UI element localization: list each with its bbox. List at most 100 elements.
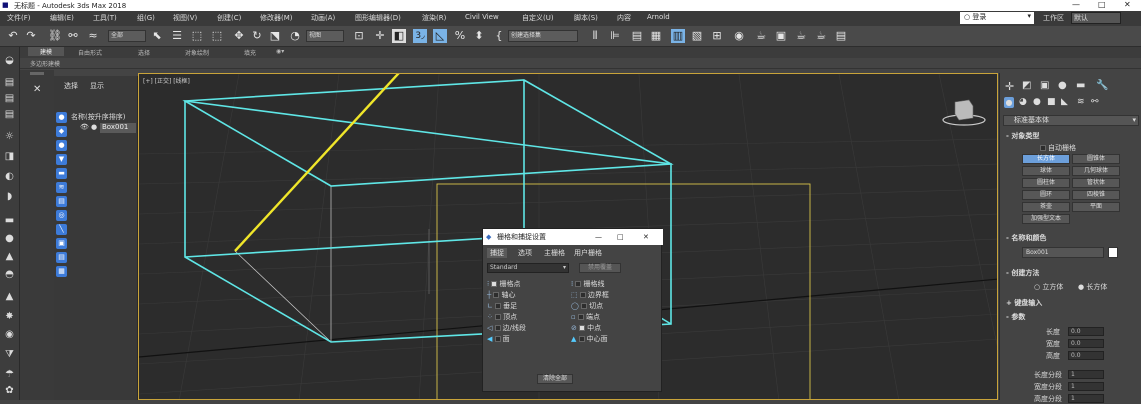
column-header-name[interactable]: 名称(按升序排序): [71, 112, 125, 122]
filter-group-icon[interactable]: ▤: [56, 196, 67, 207]
lights-icon[interactable]: ●: [1033, 97, 1041, 107]
filter-hidden-icon[interactable]: ▦: [56, 266, 67, 277]
toggle-ribbon-icon[interactable]: ▦: [649, 29, 663, 43]
endpoint-checkbox[interactable]: [577, 314, 584, 320]
shape-filter-icon[interactable]: ●: [3, 233, 16, 245]
window-crossing-icon[interactable]: ⬚: [210, 29, 224, 43]
face-checkbox[interactable]: [494, 336, 501, 342]
snap-pivot[interactable]: ┼ 轴心: [487, 290, 515, 300]
menu-file[interactable]: 文件(F): [7, 13, 31, 23]
menu-rendering[interactable]: 渲染(R): [422, 13, 446, 23]
move-icon[interactable]: ✥: [232, 29, 246, 43]
height-segs-spinner[interactable]: 1: [1068, 394, 1104, 403]
dialog-close-icon[interactable]: ✕: [643, 229, 649, 245]
snap-edge[interactable]: ◁ 边/线段: [487, 323, 526, 333]
menu-content[interactable]: 内容: [617, 13, 631, 23]
tab-options[interactable]: 选项: [515, 248, 535, 258]
filter-container-icon[interactable]: ▣: [56, 238, 67, 249]
named-selection-dropdown[interactable]: 创建选择集: [508, 30, 578, 42]
drag-handle[interactable]: [30, 72, 44, 75]
pyramid-button[interactable]: 四棱锥: [1072, 190, 1120, 200]
plane-button[interactable]: 平面: [1072, 202, 1120, 212]
snaps-toggle-icon[interactable]: 3◞: [413, 29, 427, 43]
torus-button[interactable]: 圆环: [1022, 190, 1070, 200]
length-segs-spinner[interactable]: 1: [1068, 370, 1104, 379]
ribbon-tab-populate[interactable]: 填充: [244, 48, 256, 57]
edit-named-selection-icon[interactable]: {: [492, 29, 506, 43]
curve-editor-icon[interactable]: ▧: [690, 29, 704, 43]
cone-button[interactable]: 圆锥体: [1072, 154, 1120, 164]
render-production-icon[interactable]: ☕: [794, 29, 808, 43]
utilities-tab-icon[interactable]: 🔧: [1096, 80, 1108, 91]
minimize-icon[interactable]: —: [1072, 0, 1080, 9]
select-by-name-icon[interactable]: ☰: [170, 29, 184, 43]
ribbon-tab-freeform[interactable]: 自由形式: [78, 48, 102, 57]
layer-explorer-icon[interactable]: ▤: [630, 29, 644, 43]
filter-spacewarp-icon[interactable]: ≋: [56, 182, 67, 193]
display-tab-icon[interactable]: ▬: [1076, 80, 1085, 91]
modify-tab-icon[interactable]: ◩: [1022, 80, 1031, 91]
particle-filter-icon[interactable]: ◓: [3, 269, 16, 281]
snap-grid-lines[interactable]: ⁞ 栅格线: [571, 279, 604, 289]
keyboard-entry-rollout[interactable]: + 键盘输入: [1006, 298, 1042, 308]
scene-explorer-toggle-icon[interactable]: ◒: [3, 55, 16, 67]
create-tab-icon[interactable]: ✛: [1005, 80, 1014, 93]
tab-snaps[interactable]: 捕捉: [487, 248, 507, 258]
funnel-icon[interactable]: ⧩: [3, 349, 16, 361]
filter-helper-icon[interactable]: ▬: [56, 168, 67, 179]
length-spinner[interactable]: 0.0: [1068, 327, 1104, 336]
menu-view[interactable]: 视图(V): [173, 13, 197, 23]
filter-frozen-icon[interactable]: ▤: [56, 252, 67, 263]
light-filter-icon[interactable]: ☼: [3, 131, 16, 143]
radio-box[interactable]: ● 长方体: [1078, 282, 1107, 292]
keyboard-shortcut-override-icon[interactable]: ◧: [392, 29, 406, 43]
helper-filter-icon[interactable]: ◐: [3, 171, 16, 183]
angle-snap-icon[interactable]: ◺: [433, 29, 447, 43]
group-filter-icon[interactable]: ▲: [3, 291, 16, 303]
reference-coordinate-dropdown[interactable]: 视图: [306, 30, 344, 42]
hierarchy-panel-icon[interactable]: ▤: [3, 109, 16, 121]
object-type-rollout[interactable]: - 对象类型: [1006, 131, 1039, 141]
snap-endpoint[interactable]: ▫ 端点: [571, 312, 600, 322]
box-button[interactable]: 长方体: [1022, 154, 1070, 164]
snap-midpoint[interactable]: ⊘ 中点: [571, 323, 601, 333]
menu-create[interactable]: 创建(C): [217, 13, 241, 23]
helpers-icon[interactable]: ◣: [1061, 97, 1068, 107]
override-button[interactable]: 禁用覆盖: [579, 263, 621, 273]
menu-edit[interactable]: 编辑(E): [50, 13, 74, 23]
list-item[interactable]: Box001: [100, 123, 136, 133]
height-spinner[interactable]: 0.0: [1068, 351, 1104, 360]
percent-snap-icon[interactable]: %: [453, 29, 467, 43]
menu-graph-editors[interactable]: 图形编辑器(D): [355, 13, 401, 23]
tab-user-grids[interactable]: 用户栅格: [571, 248, 605, 258]
spacewarps-icon[interactable]: ≋: [1077, 97, 1085, 107]
menu-group[interactable]: 组(G): [137, 13, 155, 23]
perpendicular-checkbox[interactable]: [495, 303, 502, 309]
geometry-icon[interactable]: ●: [1004, 97, 1014, 108]
edge-checkbox[interactable]: [494, 325, 501, 331]
close-icon[interactable]: ✕: [1124, 0, 1131, 9]
geosphere-button[interactable]: 几何球体: [1072, 166, 1120, 176]
ribbon-tab-object-paint[interactable]: 对象绘制: [185, 48, 209, 57]
dialog-minimize-icon[interactable]: —: [595, 229, 602, 245]
render-iterative-icon[interactable]: ☕: [814, 29, 828, 43]
tangent-checkbox[interactable]: [581, 303, 588, 309]
filter-panel-icon[interactable]: ▤: [3, 93, 16, 105]
pivot-checkbox[interactable]: [493, 292, 500, 298]
layer-toggle-icon[interactable]: ▤: [3, 77, 16, 89]
autogrid-checkbox[interactable]: 自动栅格: [1040, 143, 1076, 153]
text-plus-button[interactable]: 加强型文本: [1022, 214, 1070, 224]
clear-all-button[interactable]: 清除全部: [537, 374, 573, 384]
center-face-checkbox[interactable]: [578, 336, 585, 342]
radio-cube[interactable]: ○ 立方体: [1034, 282, 1063, 292]
signin-dropdown[interactable]: ○ 登录 ▾: [960, 12, 1034, 24]
filter-shape-icon[interactable]: ◆: [56, 126, 67, 137]
render-setup-icon[interactable]: ☕: [754, 29, 768, 43]
spacewarp-filter-icon[interactable]: ◗: [3, 191, 16, 203]
menu-customize[interactable]: 自定义(U): [522, 13, 554, 23]
grid-lines-checkbox[interactable]: [575, 281, 582, 287]
grid-points-checkbox[interactable]: [491, 281, 498, 287]
systems-icon[interactable]: ⚯: [1091, 97, 1099, 107]
snap-type-dropdown[interactable]: Standard ▾: [487, 263, 569, 273]
dialog-maximize-icon[interactable]: □: [617, 229, 624, 245]
